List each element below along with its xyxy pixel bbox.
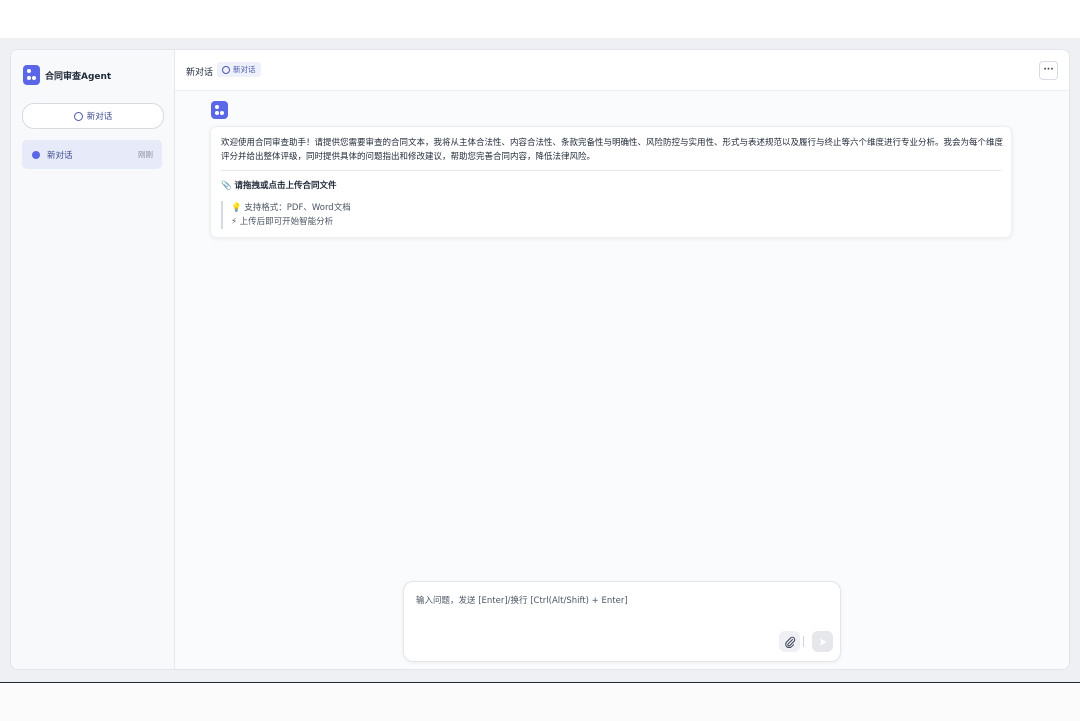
paperclip-icon: [784, 636, 795, 648]
attach-button[interactable]: [779, 631, 800, 652]
composer: [403, 581, 841, 662]
chat-bubble-icon: [73, 111, 83, 121]
logo-icon: [23, 65, 40, 85]
tip-formats: 💡 支持格式：PDF、Word文档: [231, 203, 351, 213]
message-text: 欢迎使用合同审查助手！请提供您需要审查的合同文本，我将从主体合法性、内容合法性、…: [221, 138, 1004, 162]
new-chat-label: 新对话: [86, 112, 113, 122]
sidebar: 合同审查Agent 新对话 新对话 刚刚: [11, 50, 175, 669]
conversation-title: 新对话: [47, 150, 73, 161]
upload-prompt[interactable]: 📎 请拖拽或点击上传合同文件: [221, 179, 337, 191]
app-window: 合同审查Agent 新对话 新对话 刚刚 新对话 新对话 ··· 欢迎使用合同审…: [10, 49, 1070, 670]
more-icon: ···: [1043, 65, 1054, 75]
app-name: 合同审查Agent: [45, 71, 112, 82]
conversation-time: 刚刚: [138, 150, 153, 159]
conversation-tag: 新对话: [217, 62, 261, 77]
divider: [221, 170, 1001, 171]
composer-separator: [803, 636, 804, 647]
page-title: 新对话: [186, 68, 214, 78]
brand: 合同审查Agent: [23, 65, 111, 85]
assistant-message: 欢迎使用合同审查助手！请提供您需要审查的合同文本，我将从主体合法性、内容合法性、…: [210, 126, 1012, 238]
send-icon: [819, 638, 826, 645]
main-panel: 新对话 新对话 ··· 欢迎使用合同审查助手！请提供您需要审查的合同文本，我将从…: [175, 50, 1069, 669]
tip-analysis: ⚡ 上传后即可开始智能分析: [231, 217, 334, 227]
new-chat-button[interactable]: 新对话: [22, 103, 164, 129]
bottom-band: [0, 682, 1080, 721]
conversation-tag-label: 新对话: [233, 65, 256, 74]
tips-blockquote: 💡 支持格式：PDF、Word文档 ⚡ 上传后即可开始智能分析: [221, 201, 351, 229]
send-button[interactable]: [812, 631, 833, 652]
top-band: [0, 0, 1080, 38]
conversation-item[interactable]: 新对话 刚刚: [22, 140, 162, 169]
more-button[interactable]: ···: [1039, 61, 1058, 80]
chat-header: 新对话 新对话 ···: [175, 50, 1069, 91]
clock-icon: [222, 65, 230, 74]
bot-avatar-icon: [211, 101, 228, 119]
chat-bubble-icon: [32, 150, 40, 159]
message-input[interactable]: [416, 594, 826, 608]
